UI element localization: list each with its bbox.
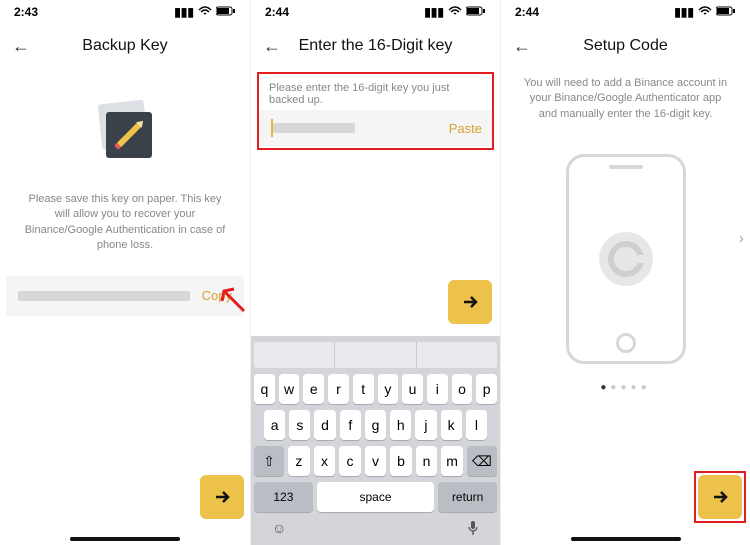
- page-title: Setup Code: [501, 37, 750, 55]
- next-button[interactable]: [448, 280, 492, 324]
- key-i[interactable]: i: [427, 374, 448, 404]
- key-k[interactable]: k: [441, 410, 462, 440]
- signal-icon: ▮▮▮: [424, 5, 444, 19]
- wifi-icon: [448, 5, 462, 19]
- carousel-next-icon[interactable]: ›: [739, 230, 744, 248]
- status-icons: ▮▮▮: [424, 5, 486, 19]
- backspace-key[interactable]: ⌫: [467, 446, 497, 476]
- masked-key-value: [18, 291, 190, 301]
- return-key[interactable]: return: [438, 482, 497, 512]
- annotation-arrow-icon: [218, 285, 248, 315]
- paste-button[interactable]: Paste: [449, 121, 482, 136]
- key-input[interactable]: [273, 123, 355, 133]
- key-r[interactable]: r: [328, 374, 349, 404]
- key-t[interactable]: t: [353, 374, 374, 404]
- battery-icon: [466, 5, 486, 19]
- numbers-key[interactable]: 123: [254, 482, 313, 512]
- keyboard-row-3: ⇧ z x c v b n m ⌫: [254, 446, 497, 476]
- key-o[interactable]: o: [452, 374, 473, 404]
- next-button[interactable]: [698, 475, 742, 519]
- authenticator-icon: [599, 232, 653, 286]
- key-n[interactable]: n: [416, 446, 438, 476]
- backup-key-illustration: [90, 98, 160, 168]
- ios-keyboard: q w e r t y u i o p a s d f g h j k l ⇧ …: [251, 336, 500, 545]
- battery-icon: [216, 5, 236, 19]
- screen-enter-key: 2:44 ▮▮▮ ← Enter the 16-Digit key Please…: [250, 0, 500, 545]
- home-indicator[interactable]: [571, 537, 681, 541]
- battery-icon: [716, 5, 736, 19]
- key-y[interactable]: y: [378, 374, 399, 404]
- key-j[interactable]: j: [415, 410, 436, 440]
- status-bar: 2:44 ▮▮▮: [501, 0, 750, 24]
- key-c[interactable]: c: [339, 446, 361, 476]
- enter-key-instruction: Please enter the 16-digit key you just b…: [259, 74, 492, 110]
- header: ← Backup Key: [0, 24, 250, 68]
- key-f[interactable]: f: [340, 410, 361, 440]
- page-title: Enter the 16-Digit key: [251, 37, 500, 55]
- signal-icon: ▮▮▮: [674, 5, 694, 19]
- keyboard-row-1: q w e r t y u i o p: [254, 374, 497, 404]
- page-title: Backup Key: [0, 37, 250, 55]
- key-g[interactable]: g: [365, 410, 386, 440]
- emoji-icon[interactable]: ☺: [272, 520, 286, 539]
- mic-icon[interactable]: [467, 520, 479, 539]
- keyboard-suggestions[interactable]: [254, 342, 497, 368]
- status-time: 2:43: [14, 5, 38, 19]
- key-u[interactable]: u: [402, 374, 423, 404]
- setup-description: You will need to add a Binance account i…: [501, 68, 750, 136]
- home-indicator[interactable]: [70, 537, 180, 541]
- key-e[interactable]: e: [303, 374, 324, 404]
- keyboard-row-4: 123 space return: [254, 482, 497, 512]
- annotation-highlight-box: [694, 471, 746, 523]
- annotation-highlight-box: Please enter the 16-digit key you just b…: [257, 72, 494, 150]
- pencil-icon: [116, 122, 141, 147]
- key-input-row: Paste: [259, 110, 492, 146]
- key-a[interactable]: a: [264, 410, 285, 440]
- key-p[interactable]: p: [476, 374, 497, 404]
- key-b[interactable]: b: [390, 446, 412, 476]
- backup-description: Please save this key on paper. This key …: [0, 184, 250, 268]
- status-bar: 2:44 ▮▮▮: [251, 0, 500, 24]
- key-h[interactable]: h: [390, 410, 411, 440]
- key-x[interactable]: x: [314, 446, 336, 476]
- shift-key[interactable]: ⇧: [254, 446, 284, 476]
- key-s[interactable]: s: [289, 410, 310, 440]
- screen-setup-code: 2:44 ▮▮▮ ← Setup Code You will need to a…: [500, 0, 750, 545]
- key-w[interactable]: w: [279, 374, 300, 404]
- key-d[interactable]: d: [314, 410, 335, 440]
- key-copy-row: Copy: [6, 276, 244, 316]
- screen-backup-key: 2:43 ▮▮▮ ← Backup Key Please save this k…: [0, 0, 250, 545]
- header: ← Setup Code: [501, 24, 750, 68]
- key-z[interactable]: z: [288, 446, 310, 476]
- status-bar: 2:43 ▮▮▮: [0, 0, 250, 24]
- next-button[interactable]: [200, 475, 244, 519]
- signal-icon: ▮▮▮: [174, 5, 194, 19]
- status-icons: ▮▮▮: [174, 5, 236, 19]
- status-time: 2:44: [515, 5, 539, 19]
- key-l[interactable]: l: [466, 410, 487, 440]
- key-v[interactable]: v: [365, 446, 387, 476]
- header: ← Enter the 16-Digit key: [251, 24, 500, 68]
- page-indicator: ●●●●●: [501, 382, 750, 393]
- key-m[interactable]: m: [441, 446, 463, 476]
- wifi-icon: [198, 5, 212, 19]
- status-time: 2:44: [265, 5, 289, 19]
- keyboard-row-2: a s d f g h j k l: [254, 410, 497, 440]
- status-icons: ▮▮▮: [674, 5, 736, 19]
- space-key[interactable]: space: [317, 482, 435, 512]
- key-q[interactable]: q: [254, 374, 275, 404]
- wifi-icon: [698, 5, 712, 19]
- phone-illustration: [566, 154, 686, 364]
